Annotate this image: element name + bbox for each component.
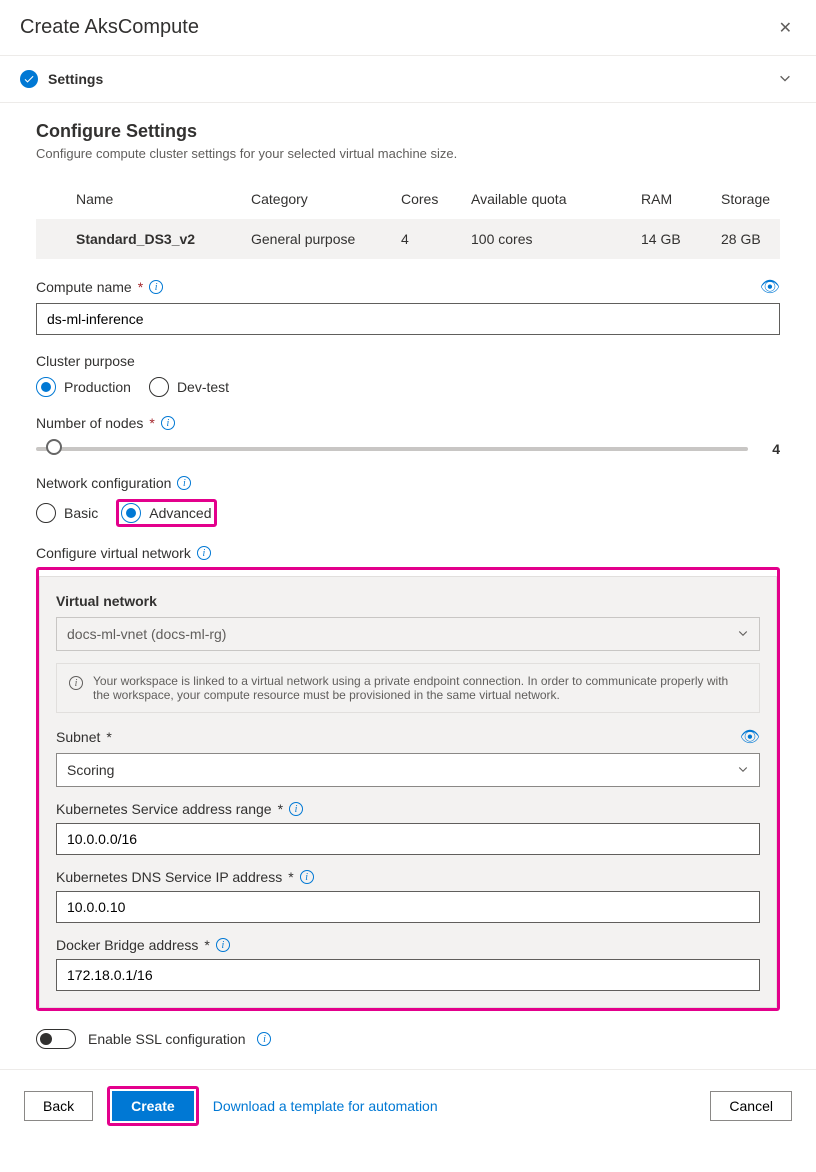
cell-quota: 100 cores (471, 231, 641, 247)
vm-table-row[interactable]: Standard_DS3_v2 General purpose 4 100 co… (36, 219, 780, 259)
col-name: Name (76, 191, 251, 207)
dialog-header: Create AksCompute ✕ (0, 0, 816, 56)
info-icon[interactable]: i (149, 280, 163, 294)
k8s-range-label: Kubernetes Service address range (56, 801, 272, 817)
col-category: Category (251, 191, 401, 207)
col-storage: Storage (721, 191, 770, 207)
info-icon[interactable]: i (197, 546, 211, 560)
download-template-link[interactable]: Download a template for automation (213, 1098, 438, 1114)
info-icon[interactable]: i (161, 416, 175, 430)
col-quota: Available quota (471, 191, 641, 207)
nodes-slider[interactable] (36, 447, 748, 451)
cell-ram: 14 GB (641, 231, 721, 247)
configure-subtitle: Configure compute cluster settings for y… (36, 146, 780, 161)
chevron-down-icon (737, 626, 749, 642)
section-title: Settings (48, 71, 103, 87)
compute-name-label: Compute name (36, 279, 132, 295)
ssl-toggle[interactable] (36, 1029, 76, 1049)
configure-vnet-label: Configure virtual network (36, 545, 191, 561)
close-icon[interactable]: ✕ (779, 18, 792, 38)
vnet-infobox: i Your workspace is linked to a virtual … (56, 663, 760, 713)
cell-cores: 4 (401, 231, 471, 247)
info-icon[interactable]: i (177, 476, 191, 490)
docker-input[interactable] (56, 959, 760, 991)
info-icon[interactable]: i (300, 870, 314, 884)
virtual-network-select[interactable]: docs-ml-vnet (docs-ml-rg) (56, 617, 760, 651)
k8s-range-input[interactable] (56, 823, 760, 855)
cell-storage: 28 GB (721, 231, 768, 247)
radio-advanced-label: Advanced (149, 505, 211, 521)
radio-production[interactable]: Production (36, 377, 131, 397)
vnet-panel: Virtual network docs-ml-vnet (docs-ml-rg… (39, 576, 777, 1008)
chevron-down-icon (778, 71, 792, 88)
nodes-value: 4 (772, 441, 780, 457)
subnet-select[interactable]: Scoring (56, 753, 760, 787)
radio-advanced[interactable]: Advanced (121, 503, 211, 523)
virtual-network-value: docs-ml-vnet (docs-ml-rg) (67, 626, 226, 642)
info-icon[interactable]: i (289, 802, 303, 816)
back-button[interactable]: Back (24, 1091, 93, 1121)
virtual-network-label: Virtual network (56, 593, 760, 609)
info-icon: i (69, 676, 83, 690)
k8s-dns-label: Kubernetes DNS Service IP address (56, 869, 282, 885)
preview-icon[interactable]: 👁 (760, 277, 780, 297)
radio-production-label: Production (64, 379, 131, 395)
check-circle-icon (20, 70, 38, 88)
radio-devtest-label: Dev-test (177, 379, 229, 395)
docker-label: Docker Bridge address (56, 937, 198, 953)
nodes-label: Number of nodes (36, 415, 143, 431)
configure-heading: Configure Settings (36, 121, 780, 142)
cancel-button[interactable]: Cancel (710, 1091, 792, 1121)
create-button[interactable]: Create (112, 1091, 194, 1121)
radio-basic[interactable]: Basic (36, 503, 98, 523)
ssl-label: Enable SSL configuration (88, 1031, 245, 1047)
radio-devtest[interactable]: Dev-test (149, 377, 229, 397)
k8s-dns-input[interactable] (56, 891, 760, 923)
vm-table-header: Name Category Cores Available quota RAM … (36, 179, 780, 219)
subnet-label: Subnet (56, 729, 100, 745)
network-label: Network configuration (36, 475, 171, 491)
required-asterisk: * (138, 279, 143, 295)
settings-section-header[interactable]: Settings (0, 56, 816, 103)
subnet-value: Scoring (67, 762, 114, 778)
info-icon[interactable]: i (257, 1032, 271, 1046)
col-cores: Cores (401, 191, 471, 207)
cell-name: Standard_DS3_v2 (76, 231, 251, 247)
vm-table: Name Category Cores Available quota RAM … (36, 179, 780, 259)
cell-category: General purpose (251, 231, 401, 247)
cluster-purpose-label: Cluster purpose (36, 353, 135, 369)
preview-icon[interactable]: 👁 (740, 727, 760, 747)
vnet-infobox-text: Your workspace is linked to a virtual ne… (93, 674, 747, 702)
info-icon[interactable]: i (216, 938, 230, 952)
slider-thumb[interactable] (46, 439, 62, 455)
col-ram: RAM (641, 191, 721, 207)
chevron-down-icon (737, 762, 749, 778)
radio-basic-label: Basic (64, 505, 98, 521)
dialog-footer: Back Create Download a template for auto… (0, 1069, 816, 1142)
dialog-title: Create AksCompute (20, 16, 199, 39)
compute-name-input[interactable] (36, 303, 780, 335)
